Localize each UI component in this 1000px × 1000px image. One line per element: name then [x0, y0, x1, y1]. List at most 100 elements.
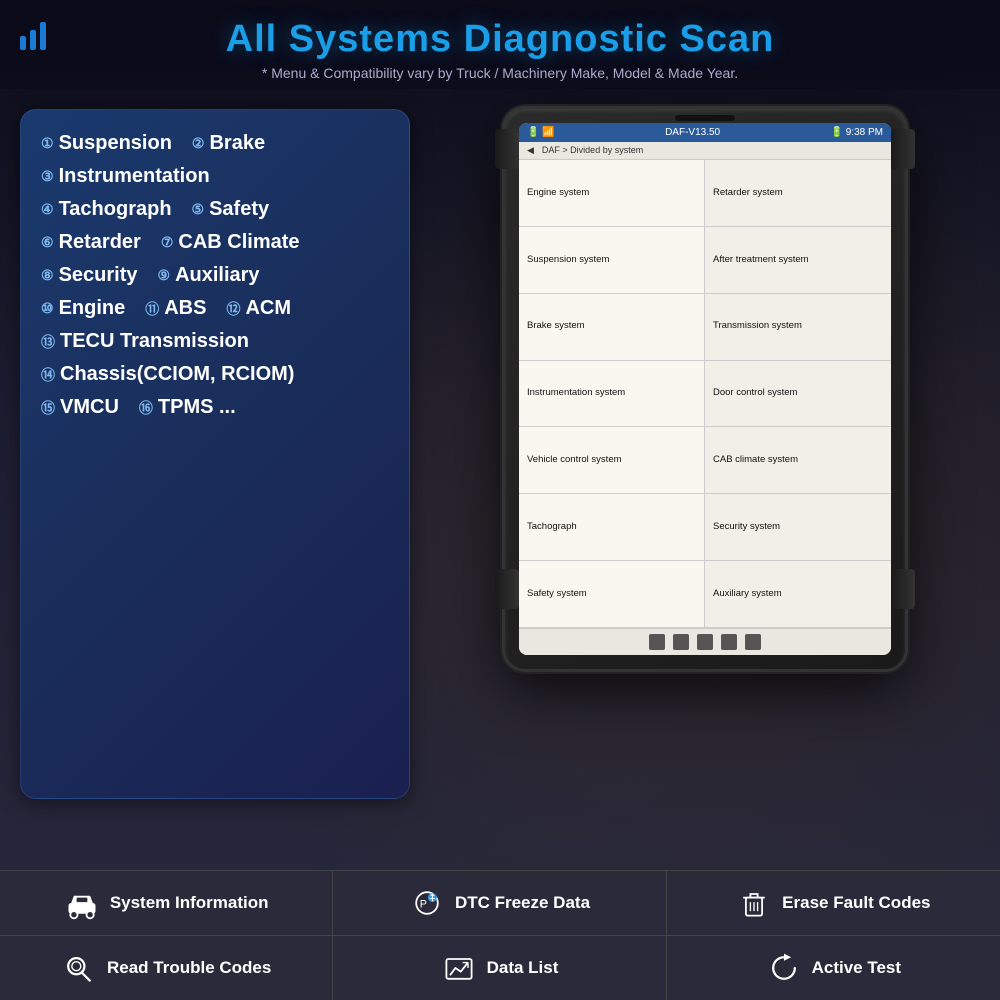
tablet-cell-left[interactable]: Vehicle control system	[519, 427, 705, 494]
trash-icon	[736, 885, 772, 921]
tablet-cell-left[interactable]: Brake system	[519, 294, 705, 361]
system-item: ⑦CAB Climate	[161, 231, 300, 254]
grip-top-left	[495, 129, 519, 169]
footer-icon-4[interactable]	[721, 634, 737, 650]
tablet-cell-right[interactable]: Retarder system	[705, 160, 891, 227]
feature-read-trouble[interactable]: Read Trouble Codes	[0, 936, 333, 1000]
tablet-cell-left[interactable]: Engine system	[519, 160, 705, 227]
system-num: ⑯	[139, 398, 153, 418]
system-num: ②	[192, 135, 205, 152]
systems-row: ①Suspension②Brake	[41, 132, 389, 155]
grip-bottom-left	[495, 569, 519, 609]
system-item: ⑭Chassis(CCIOM, RCIOM)	[41, 363, 294, 386]
system-num: ③	[41, 168, 54, 185]
tablet-cell-right[interactable]: Auxiliary system	[705, 561, 891, 628]
system-num: ①	[41, 135, 54, 152]
system-item: ⑯TPMS ...	[139, 396, 236, 419]
system-item: ⑤Safety	[192, 198, 270, 221]
system-item: ⑪ABS	[145, 297, 206, 320]
active-test-label: Active Test	[812, 958, 901, 978]
chart-icon	[441, 950, 477, 986]
tablet-container: 🔋 📶 DAF-V13.50 🔋 9:38 PM ◀ DAF > Divided…	[430, 109, 980, 799]
footer-icon-1[interactable]	[649, 634, 665, 650]
refresh-icon	[766, 950, 802, 986]
system-num: ⑬	[41, 332, 55, 352]
system-label: Safety	[209, 198, 269, 221]
system-num: ⑥	[41, 234, 54, 251]
system-label: ABS	[164, 297, 206, 320]
system-num: ⑩	[41, 300, 54, 317]
tablet-cell-right[interactable]: After treatment system	[705, 227, 891, 294]
systems-row: ⑥Retarder ⑦CAB Climate	[41, 231, 389, 254]
system-item: ⑨Auxiliary	[158, 264, 260, 287]
system-num: ⑭	[41, 365, 55, 385]
system-label: Suspension	[59, 132, 172, 155]
system-label: ACM	[245, 297, 291, 320]
system-item: ⑥Retarder	[41, 231, 141, 254]
car-icon	[64, 885, 100, 921]
system-label: Tachograph	[59, 198, 172, 221]
system-num: ⑧	[41, 267, 54, 284]
tablet-cell-left[interactable]: Tachograph	[519, 494, 705, 561]
systems-grid: ①Suspension②Brake③Instrumentation④Tachog…	[41, 132, 389, 419]
tablet-device: 🔋 📶 DAF-V13.50 🔋 9:38 PM ◀ DAF > Divided…	[505, 109, 905, 669]
content-area: ①Suspension②Brake③Instrumentation④Tachog…	[0, 89, 1000, 809]
system-item: ⑩ Engine	[41, 297, 125, 320]
feature-data-list[interactable]: Data List	[333, 936, 666, 1000]
feature-system-info[interactable]: System Information	[0, 871, 333, 936]
page-title: All Systems Diagnostic Scan	[20, 18, 980, 61]
main-container: All Systems Diagnostic Scan * Menu & Com…	[0, 0, 1000, 1000]
tablet-cell-left[interactable]: Safety system	[519, 561, 705, 628]
tablet-content: Engine systemRetarder systemSuspension s…	[519, 160, 891, 628]
system-item: ③Instrumentation	[41, 165, 210, 188]
systems-panel: ①Suspension②Brake③Instrumentation④Tachog…	[20, 109, 410, 799]
system-label: TECU Transmission	[60, 330, 249, 353]
system-info-label: System Information	[110, 893, 269, 913]
tablet-footer	[519, 628, 891, 655]
systems-row: ⑬TECU Transmission	[41, 330, 389, 353]
nav-back-icon[interactable]: ◀	[527, 145, 534, 156]
tablet-cell-right[interactable]: Security system	[705, 494, 891, 561]
system-item: ④Tachograph	[41, 198, 172, 221]
search-icon	[61, 950, 97, 986]
systems-row: ⑭Chassis(CCIOM, RCIOM)	[41, 363, 389, 386]
read-trouble-label: Read Trouble Codes	[107, 958, 271, 978]
system-label: VMCU	[60, 396, 119, 419]
system-num: ⑤	[192, 201, 205, 218]
system-item: ⑧Security	[41, 264, 138, 287]
systems-row: ④Tachograph ⑤Safety	[41, 198, 389, 221]
subtitle: * Menu & Compatibility vary by Truck / M…	[20, 65, 980, 81]
grip-top-right	[891, 129, 915, 169]
tablet-cell-right[interactable]: Door control system	[705, 361, 891, 428]
systems-row: ⑩Engine⑪ABS⑫ACM	[41, 297, 389, 320]
system-label: Chassis(CCIOM, RCIOM)	[60, 363, 294, 386]
system-label: CAB Climate	[178, 231, 299, 254]
tablet-time: 🔋 9:38 PM	[831, 127, 883, 138]
header: All Systems Diagnostic Scan * Menu & Com…	[0, 0, 1000, 89]
system-num: ⑪	[145, 299, 159, 319]
tablet-header: 🔋 📶 DAF-V13.50 🔋 9:38 PM	[519, 123, 891, 142]
feature-dtc-freeze[interactable]: P DTC Freeze Data	[333, 871, 666, 936]
tablet-cell-right[interactable]: Transmission system	[705, 294, 891, 361]
freeze-icon: P	[409, 885, 445, 921]
tablet-cell-right[interactable]: CAB climate system	[705, 427, 891, 494]
feature-erase-fault[interactable]: Erase Fault Codes	[667, 871, 1000, 936]
tablet-cell-left[interactable]: Instrumentation system	[519, 361, 705, 428]
grip-bottom-right	[891, 569, 915, 609]
tablet-cell-left[interactable]: Suspension system	[519, 227, 705, 294]
system-label: Auxiliary	[175, 264, 259, 287]
tablet-brand: 🔋 📶	[527, 127, 555, 138]
footer-icon-5[interactable]	[745, 634, 761, 650]
systems-row: ⑧Security ⑨Auxiliary	[41, 264, 389, 287]
header-bars-icon	[20, 22, 46, 50]
dtc-freeze-label: DTC Freeze Data	[455, 893, 590, 913]
tablet-screen: 🔋 📶 DAF-V13.50 🔋 9:38 PM ◀ DAF > Divided…	[519, 123, 891, 655]
systems-row: ⑮VMCU ⑯TPMS ...	[41, 396, 389, 419]
erase-fault-label: Erase Fault Codes	[782, 893, 930, 913]
systems-row: ③Instrumentation	[41, 165, 389, 188]
system-item: ⑮VMCU	[41, 396, 119, 419]
footer-icon-3[interactable]	[697, 634, 713, 650]
system-label: Engine	[59, 297, 126, 320]
feature-active-test[interactable]: Active Test	[667, 936, 1000, 1000]
footer-icon-2[interactable]	[673, 634, 689, 650]
